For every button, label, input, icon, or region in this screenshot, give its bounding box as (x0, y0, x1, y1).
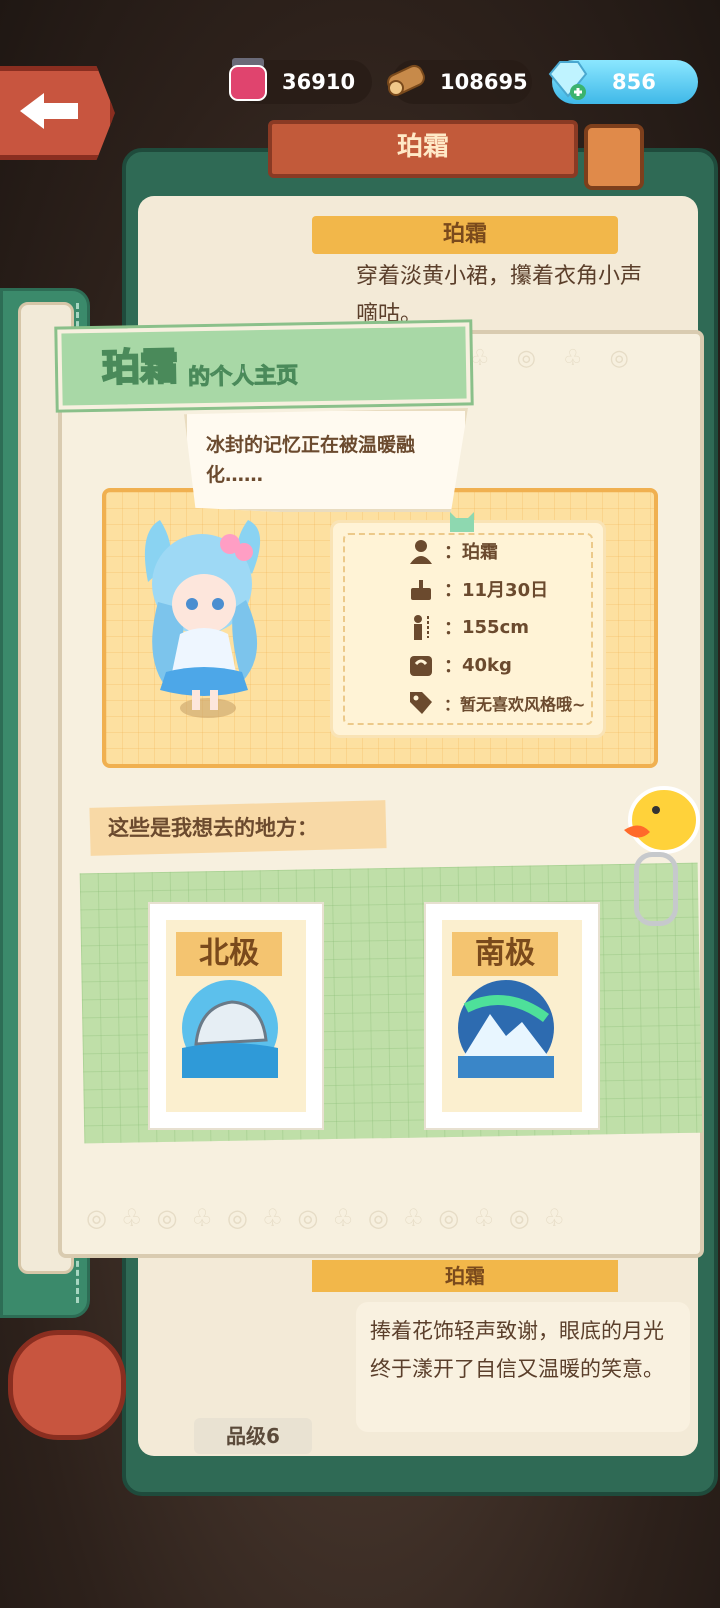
height-icon (414, 615, 429, 640)
stat-weight-value: 40kg (462, 654, 512, 676)
page-decoration: ♧ ◎ ♧ ◎ (470, 346, 639, 371)
gem-value: 856 (612, 70, 656, 94)
card-title: 珀霜 (268, 120, 578, 178)
stat-birthday-value: 11月30日 (462, 580, 549, 601)
card-tag-bottom: 珀霜 (312, 1260, 618, 1292)
destination-stamp-antarctic[interactable]: 南极 (426, 904, 598, 1128)
stat-style: ：暂无喜欢风格哦~ (408, 686, 585, 720)
stat-weight: ： 40kg (408, 648, 512, 682)
gem-counter[interactable]: 856 (548, 60, 698, 104)
cake-icon (411, 580, 431, 600)
card-text-bottom: 捧着花饰轻声致谢，眼底的月光终于漾开了自信又温暖的笑意。 (356, 1302, 690, 1432)
page-decoration-bottom: ◎♧◎♧◎♧◎♧◎♧◎♧◎♧ (86, 1204, 580, 1232)
stat-name: ：珀霜 (408, 534, 498, 568)
cat-clip-icon (450, 512, 474, 532)
hand-icon[interactable] (8, 1330, 126, 1440)
wood-value: 108695 (440, 70, 528, 94)
antarctic-iceberg-icon (458, 980, 554, 1078)
tag-icon (410, 692, 432, 714)
stat-birthday: ： 11月30日 (408, 572, 548, 606)
grade-badge: 品级6 (194, 1418, 312, 1454)
gem-icon (548, 61, 588, 100)
speech-text: 冰封的记忆正在被温暖融化…… (206, 434, 416, 486)
ink-counter: 36910 (229, 58, 372, 104)
ink-value: 36910 (282, 70, 356, 94)
back-button[interactable] (0, 66, 115, 160)
arctic-igloo-icon (182, 980, 278, 1078)
character-portrait (144, 520, 261, 718)
stat-height-value: 155cm (462, 616, 529, 638)
person-icon (410, 540, 432, 564)
destination-name: 南极 (452, 932, 558, 976)
destinations-label: 这些是我想去的地方： (108, 816, 318, 840)
card-tag-top: 珀霜 (312, 216, 618, 254)
profile-suffix: 的个人主页 (187, 363, 299, 391)
wood-log-icon (387, 64, 425, 96)
wood-counter: 108695 (387, 60, 532, 104)
stat-style-value: 暂无喜欢风格哦~ (460, 695, 586, 714)
arrow-left-icon (20, 93, 78, 129)
book-icon[interactable] (584, 124, 644, 190)
destination-stamp-arctic[interactable]: 北极 (150, 904, 322, 1128)
scale-icon (410, 656, 432, 676)
ink-jar-icon (229, 58, 267, 101)
destination-name: 北极 (176, 932, 282, 976)
paper-clip (634, 852, 678, 926)
profile-banner: 珀霜 的个人主页 (57, 322, 471, 410)
profile-name: 珀霜 (101, 344, 180, 391)
stat-name-value: 珀霜 (462, 542, 498, 563)
stat-height: ： 155cm (408, 610, 529, 644)
duck-sticker-icon (624, 786, 700, 854)
